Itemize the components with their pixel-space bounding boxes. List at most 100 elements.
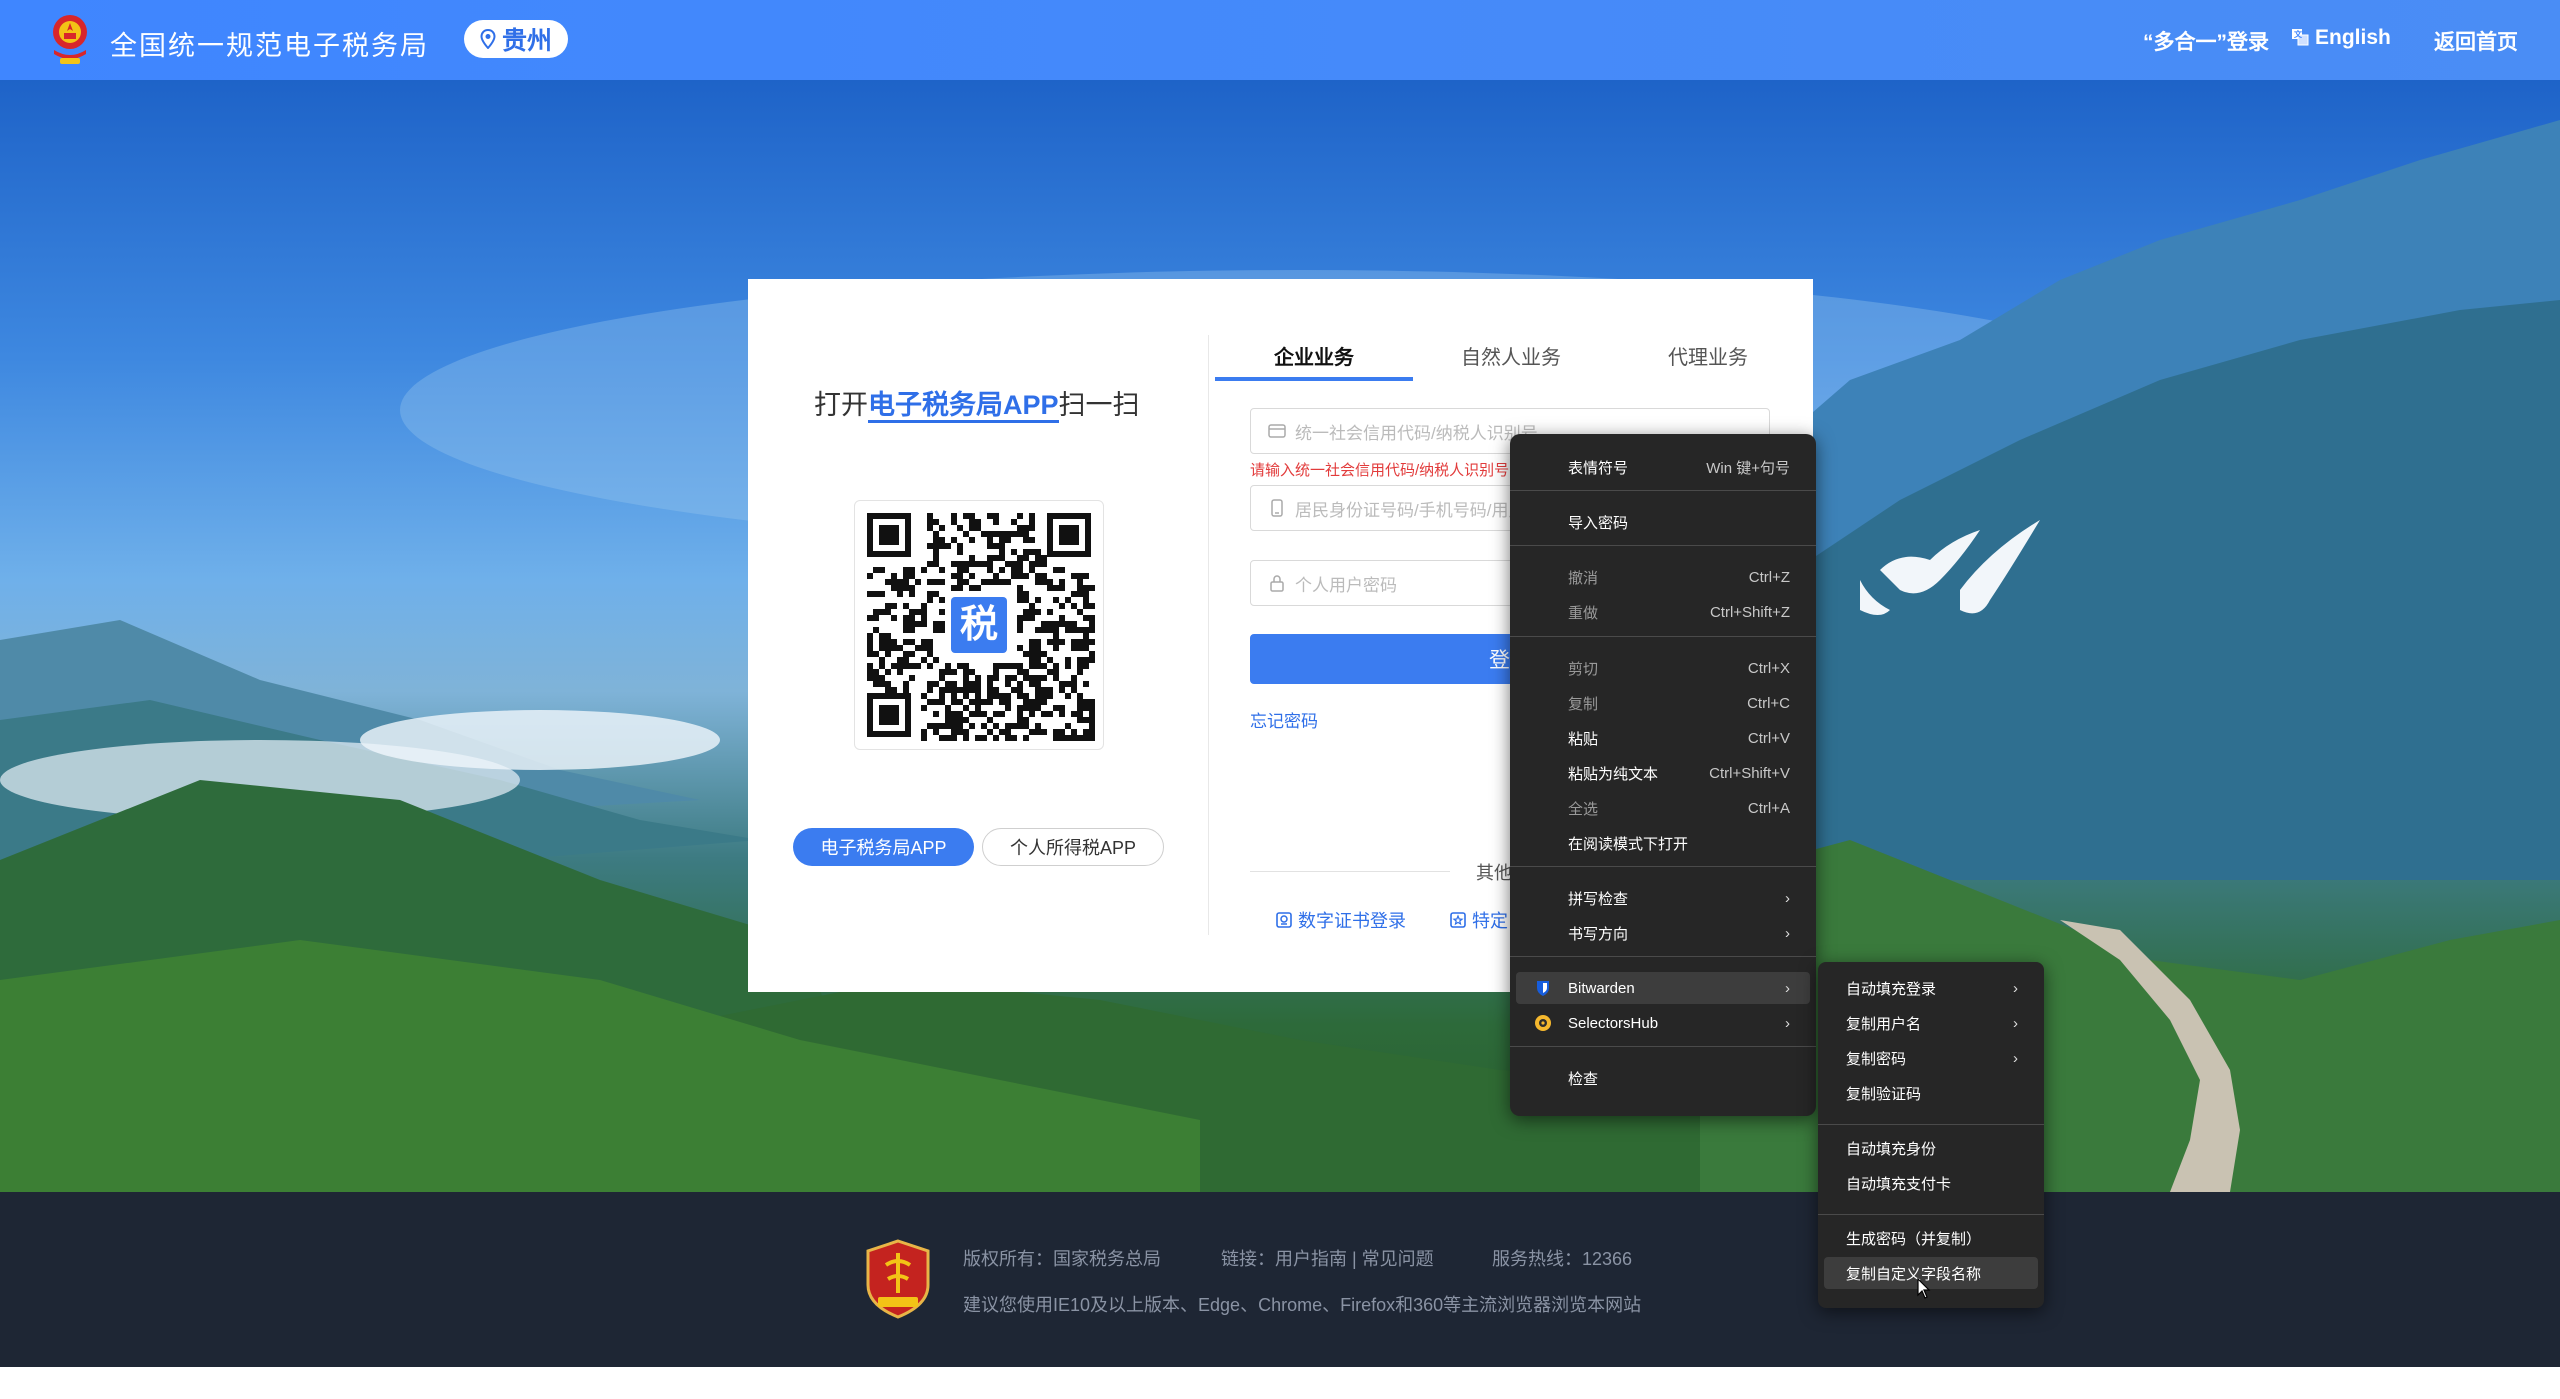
qr-module <box>945 687 951 693</box>
qr-module <box>975 561 981 567</box>
other-divider <box>1250 871 1450 872</box>
qr-module <box>1029 603 1035 609</box>
qr-module <box>897 579 903 585</box>
menu-item-select-all[interactable]: 全选 Ctrl+A <box>1516 792 1810 824</box>
submenu-copy-totp[interactable]: 复制验证码 <box>1824 1077 2038 1109</box>
qr-module <box>999 579 1005 585</box>
menu-item-selectorshub[interactable]: SelectorsHub › <box>1516 1007 1810 1039</box>
digital-cert-login[interactable]: 数字证书登录 <box>1274 907 1406 933</box>
qr-module <box>909 615 915 621</box>
footer-links[interactable]: 链接：用户指南 | 常见问题 <box>1221 1245 1434 1271</box>
submenu-copy-username[interactable]: 复制用户名 › <box>1824 1007 2038 1039</box>
qr-module <box>1059 621 1065 627</box>
qr-module <box>1059 735 1065 741</box>
qr-module <box>1059 639 1065 645</box>
menu-item-reading-mode[interactable]: 在阅读模式下打开 <box>1516 827 1810 859</box>
qr-module <box>1083 639 1089 645</box>
menu-item-copy[interactable]: 复制 Ctrl+C <box>1516 687 1810 719</box>
qr-module <box>1053 735 1059 741</box>
qr-module <box>1089 621 1095 627</box>
qr-module <box>963 531 969 537</box>
submenu-copy-password[interactable]: 复制密码 › <box>1824 1042 2038 1074</box>
qr-module <box>1023 705 1029 711</box>
special-login[interactable]: 特定 <box>1448 907 1508 933</box>
qr-module <box>879 675 885 681</box>
qr-module <box>957 579 963 585</box>
qr-module <box>867 669 873 675</box>
menu-item-undo[interactable]: 撤消 Ctrl+Z <box>1516 561 1810 593</box>
qr-module <box>1017 615 1023 621</box>
submenu-generate-password[interactable]: 生成密码（并复制） <box>1824 1222 2038 1254</box>
qr-module <box>1023 537 1029 543</box>
qr-module <box>951 561 957 567</box>
tab-agent[interactable]: 代理业务 <box>1668 341 1748 370</box>
tab-enterprise[interactable]: 企业业务 <box>1274 341 1354 370</box>
qr-module <box>1071 603 1077 609</box>
qr-module <box>1017 591 1023 597</box>
qr-module <box>867 633 873 639</box>
app-tab-iit[interactable]: 个人所得税APP <box>982 828 1164 866</box>
qr-module <box>1053 675 1059 681</box>
qr-module <box>867 639 873 645</box>
qr-module <box>1005 663 1011 669</box>
menu-item-paste-plain[interactable]: 粘贴为纯文本 Ctrl+Shift+V <box>1516 757 1810 789</box>
menu-separator <box>1818 1214 2044 1215</box>
submenu-autofill-login[interactable]: 自动填充登录 › <box>1824 972 2038 1004</box>
menu-item-bitwarden[interactable]: Bitwarden › <box>1516 972 1810 1004</box>
qr-module <box>1041 729 1047 735</box>
submenu-autofill-card[interactable]: 自动填充支付卡 <box>1824 1167 2038 1199</box>
qr-module <box>1035 597 1041 603</box>
qr-module <box>879 633 885 639</box>
menu-item-writing-direction[interactable]: 书写方向 › <box>1516 917 1810 949</box>
menu-item-spellcheck[interactable]: 拼写检查 › <box>1516 882 1810 914</box>
qr-module <box>933 657 939 663</box>
qr-module <box>1029 675 1035 681</box>
qr-module <box>1005 693 1011 699</box>
qr-module <box>933 543 939 549</box>
qr-module <box>1059 567 1065 573</box>
qr-module <box>975 675 981 681</box>
qr-module <box>1017 723 1023 729</box>
menu-item-redo[interactable]: 重做 Ctrl+Shift+Z <box>1516 596 1810 628</box>
language-switch[interactable]: 文 English <box>2291 26 2391 50</box>
qr-module <box>945 711 951 717</box>
qr-module <box>939 735 945 741</box>
qr-module <box>1059 615 1065 621</box>
submenu-copy-custom-field[interactable]: 复制自定义字段名称 <box>1824 1257 2038 1289</box>
menu-item-paste[interactable]: 粘贴 Ctrl+V <box>1516 722 1810 754</box>
submenu-autofill-identity[interactable]: 自动填充身份 <box>1824 1132 2038 1164</box>
qr-module <box>1023 573 1029 579</box>
qr-module <box>939 609 945 615</box>
menu-item-emoji[interactable]: 表情符号 Win 键+句号 <box>1516 451 1810 483</box>
qr-module <box>921 609 927 615</box>
svg-text:文: 文 <box>2294 29 2303 39</box>
context-menu: 表情符号 Win 键+句号 导入密码 撤消 Ctrl+Z 重做 Ctrl+Shift+… <box>1510 434 1816 1116</box>
qr-module <box>927 561 933 567</box>
qr-module <box>939 543 945 549</box>
menu-item-cut[interactable]: 剪切 Ctrl+X <box>1516 652 1810 684</box>
qr-module <box>945 717 951 723</box>
qr-module <box>933 699 939 705</box>
qr-module <box>885 651 891 657</box>
tab-individual[interactable]: 自然人业务 <box>1461 341 1561 370</box>
qr-module <box>1089 585 1095 591</box>
menu-separator <box>1510 1046 1816 1047</box>
forgot-password-link[interactable]: 忘记密码 <box>1250 707 1318 732</box>
qr-module <box>993 531 999 537</box>
qr-module <box>939 579 945 585</box>
qr-module <box>1029 651 1035 657</box>
menu-item-inspect[interactable]: 检查 <box>1516 1062 1810 1094</box>
multi-login-link[interactable]: “多合一”登录 <box>2143 26 2269 56</box>
qr-module <box>879 639 885 645</box>
region-selector[interactable]: 贵州 <box>464 20 568 58</box>
home-link[interactable]: 返回首页 <box>2434 26 2518 56</box>
qr-module <box>1089 657 1095 663</box>
qr-module <box>1089 705 1095 711</box>
qr-module <box>1011 567 1017 573</box>
app-tab-etax[interactable]: 电子税务局APP <box>793 828 974 866</box>
menu-item-import-passwords[interactable]: 导入密码 <box>1516 506 1810 538</box>
qr-module <box>975 687 981 693</box>
qr-module <box>1017 585 1023 591</box>
qr-module <box>1029 639 1035 645</box>
qr-module <box>987 543 993 549</box>
